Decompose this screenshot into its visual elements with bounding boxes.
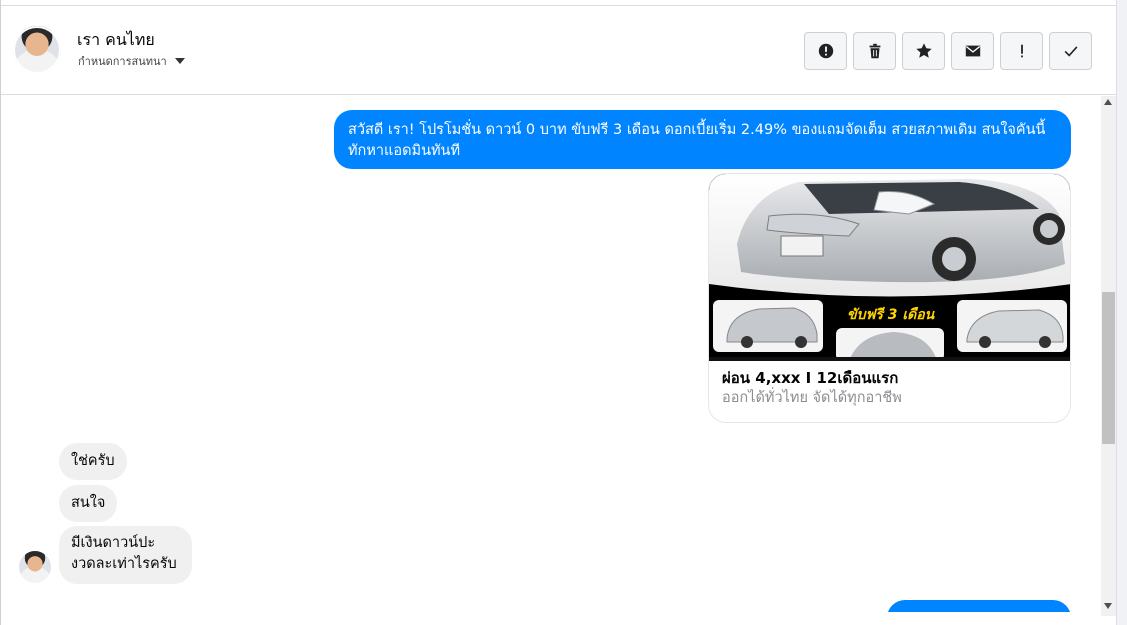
conversation-header: เรา คนไทย กำหนดการสนทนา (1, 5, 1116, 95)
incoming-message[interactable]: ใช่ครับ (59, 443, 127, 480)
contact-name[interactable]: เรา คนไทย (77, 28, 155, 53)
mark-done-button[interactable] (1049, 32, 1092, 70)
checkmark-icon (1064, 46, 1077, 57)
contact-avatar[interactable] (13, 26, 61, 74)
star-icon (915, 43, 932, 58)
alert-circle-icon (818, 43, 833, 59)
card-subtitle: ออกได้ทั่วไทย จัดได้ทุกอาชีพ (722, 390, 902, 406)
conversation-settings-label: กำหนดการสนทนา (78, 55, 167, 68)
important-button[interactable] (1000, 32, 1043, 70)
car-photo-collage (709, 174, 1070, 361)
scroll-up-arrow-icon[interactable] (1104, 99, 1112, 105)
scrollbar-thumb[interactable] (1102, 292, 1115, 444)
incoming-message[interactable]: มีเงินดาวน์ปะ งวดละเท่าไรครับ (59, 526, 192, 584)
exclamation-icon (1020, 44, 1023, 58)
star-button[interactable] (902, 32, 945, 70)
message-line: งวดละเท่าไรครับ (71, 556, 177, 572)
conversation-actions (804, 32, 1092, 70)
promo-card[interactable]: ขับฟรี 3 เดือน ผ่อน 4,xxx I 12เดือนแรก อ… (708, 173, 1071, 423)
outgoing-message[interactable]: สวัสดี เรา! โปรโมชั่น ดาวน์ 0 บาท ขับฟรี… (334, 110, 1071, 169)
conversation-settings-dropdown[interactable]: กำหนดการสนทนา (78, 52, 185, 70)
thread-scrollbar[interactable] (1101, 96, 1116, 616)
trash-icon (869, 43, 880, 59)
message-line: มีเงินดาวน์ปะ (71, 535, 156, 551)
scroll-down-arrow-icon[interactable] (1104, 603, 1112, 609)
mark-unread-button[interactable] (951, 32, 994, 70)
caret-down-icon (174, 58, 185, 64)
messenger-window: เรา คนไทย กำหนดการสนทนา สวัสดี เรา! โปรโ… (0, 0, 1127, 625)
delete-button[interactable] (853, 32, 896, 70)
right-panel-edge (1116, 0, 1127, 625)
sender-avatar[interactable] (19, 551, 51, 583)
incoming-message[interactable]: สนใจ (59, 485, 118, 522)
envelope-icon (965, 45, 980, 57)
outgoing-message-partial[interactable] (887, 600, 1071, 612)
promo-banner-text: ขับฟรี 3 เดือน (847, 307, 935, 323)
right-divider (1116, 0, 1117, 625)
message-thread[interactable]: สวัสดี เรา! โปรโมชั่น ดาวน์ 0 บาท ขับฟรี… (1, 96, 1101, 612)
report-button[interactable] (804, 32, 847, 70)
car-promo-image[interactable]: ขับฟรี 3 เดือน (709, 174, 1070, 361)
